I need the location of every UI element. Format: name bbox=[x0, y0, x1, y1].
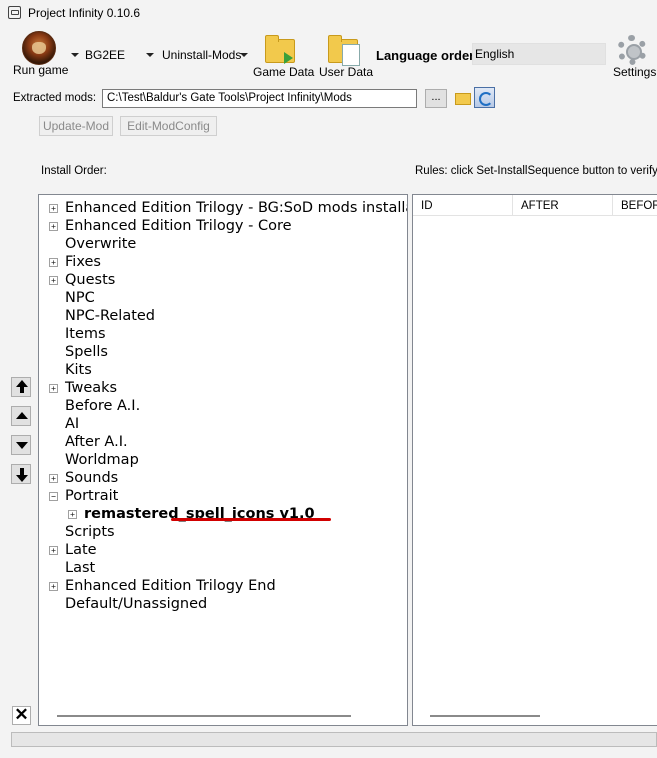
horizontal-scrollbar[interactable] bbox=[430, 715, 540, 717]
game-data-button[interactable]: Game Data bbox=[253, 65, 314, 79]
status-bar bbox=[11, 732, 657, 747]
tree-item[interactable]: + Fixes bbox=[39, 253, 407, 271]
column-header-after[interactable]: AFTER bbox=[513, 195, 613, 216]
arrow-right-icon bbox=[284, 52, 293, 64]
arrow-down-icon bbox=[16, 468, 28, 482]
mode-select[interactable]: Uninstall-Mods bbox=[162, 48, 241, 62]
expand-icon[interactable]: + bbox=[49, 474, 58, 483]
install-order-tree[interactable]: + Enhanced Edition Trilogy - BG:SoD mods … bbox=[38, 194, 408, 726]
run-game-label[interactable]: Run game bbox=[13, 63, 68, 77]
tree-item[interactable]: Worldmap bbox=[39, 451, 407, 469]
tree-item-label: After A.I. bbox=[65, 434, 128, 450]
settings-button[interactable]: Settings bbox=[613, 65, 656, 79]
tree-item-label: Last bbox=[65, 560, 96, 576]
triangle-down-icon bbox=[16, 442, 28, 449]
move-to-bottom-button[interactable] bbox=[11, 464, 31, 484]
edit-modconfig-button[interactable]: Edit-ModConfig bbox=[120, 116, 217, 136]
tree-item-label: Late bbox=[65, 542, 97, 558]
tree-item[interactable]: Default/Unassigned bbox=[39, 595, 407, 613]
tree-item-label: NPC-Related bbox=[65, 308, 156, 324]
column-header-before[interactable]: BEFOR bbox=[613, 195, 657, 216]
arrow-up-icon bbox=[16, 380, 28, 393]
tree-item-label: Overwrite bbox=[65, 236, 137, 252]
expand-icon[interactable]: + bbox=[49, 582, 58, 591]
user-data-button[interactable]: User Data bbox=[319, 65, 373, 79]
tree-item-label: Before A.I. bbox=[65, 398, 141, 414]
tree-item[interactable]: + Enhanced Edition Trilogy - Core bbox=[39, 217, 407, 235]
tree-item-label: Tweaks bbox=[65, 380, 118, 396]
tree-item[interactable]: NPC-Related bbox=[39, 307, 407, 325]
tree-item[interactable]: + Tweaks bbox=[39, 379, 407, 397]
close-icon[interactable]: ✕ bbox=[12, 706, 31, 725]
extracted-mods-path-input[interactable]: C:\Test\Baldur's Gate Tools\Project Infi… bbox=[102, 89, 417, 108]
tree-item[interactable]: + Late bbox=[39, 541, 407, 559]
tree-item-label: Spells bbox=[65, 344, 108, 360]
tree-item-label: Items bbox=[65, 326, 106, 342]
chevron-down-icon[interactable] bbox=[146, 53, 154, 57]
rules-table[interactable]: ID AFTER BEFOR bbox=[412, 194, 657, 726]
move-to-top-button[interactable] bbox=[11, 377, 31, 397]
run-game-icon[interactable] bbox=[22, 31, 56, 65]
expand-icon[interactable]: + bbox=[68, 510, 77, 519]
expand-icon[interactable]: + bbox=[49, 276, 58, 285]
move-down-button[interactable] bbox=[11, 435, 31, 455]
expand-icon[interactable]: + bbox=[49, 546, 58, 555]
tree-item-label: Enhanced Edition Trilogy End bbox=[65, 578, 276, 594]
tree-item[interactable]: Before A.I. bbox=[39, 397, 407, 415]
tree-item[interactable]: Last bbox=[39, 559, 407, 577]
tree-item-label: Enhanced Edition Trilogy - Core bbox=[65, 218, 292, 234]
tree-item[interactable]: Items bbox=[39, 325, 407, 343]
tree-item[interactable]: + Enhanced Edition Trilogy End bbox=[39, 577, 407, 595]
refresh-icon[interactable] bbox=[474, 87, 495, 108]
expand-icon[interactable]: + bbox=[49, 204, 58, 213]
tree-item[interactable]: Kits bbox=[39, 361, 407, 379]
chevron-down-icon[interactable] bbox=[71, 53, 79, 57]
tree-item-label: NPC bbox=[65, 290, 95, 306]
tree-item[interactable]: + Enhanced Edition Trilogy - BG:SoD mods … bbox=[39, 199, 407, 217]
horizontal-scrollbar[interactable] bbox=[57, 715, 351, 717]
tree-item-label: Default/Unassigned bbox=[65, 596, 208, 612]
window-title: Project Infinity 0.10.6 bbox=[28, 6, 141, 20]
tree-item[interactable]: Overwrite bbox=[39, 235, 407, 253]
highlight-underline bbox=[171, 518, 331, 521]
tree-item-label: Quests bbox=[65, 272, 116, 288]
expand-icon[interactable]: + bbox=[49, 258, 58, 267]
language-order-field[interactable]: English bbox=[472, 43, 606, 65]
expand-icon[interactable]: + bbox=[49, 384, 58, 393]
document-icon bbox=[342, 44, 360, 66]
tree-item-label: Enhanced Edition Trilogy - BG:SoD mods i… bbox=[65, 200, 408, 216]
update-mod-button[interactable]: Update-Mod bbox=[39, 116, 113, 136]
tree-item[interactable]: + Sounds bbox=[39, 469, 407, 487]
tree-item[interactable]: NPC bbox=[39, 289, 407, 307]
tree-item[interactable]: After A.I. bbox=[39, 433, 407, 451]
move-up-button[interactable] bbox=[11, 406, 31, 426]
column-header-id[interactable]: ID bbox=[413, 195, 513, 216]
app-icon bbox=[8, 6, 21, 19]
tree-item[interactable]: Spells bbox=[39, 343, 407, 361]
tree-item-label: Sounds bbox=[65, 470, 119, 486]
collapse-icon[interactable]: − bbox=[49, 492, 58, 501]
game-select[interactable]: BG2EE bbox=[85, 48, 125, 62]
tree-item[interactable]: + Quests bbox=[39, 271, 407, 289]
rules-label: Rules: click Set-InstallSequence button … bbox=[415, 165, 657, 177]
tree-item-label: Scripts bbox=[65, 524, 115, 540]
extracted-mods-label: Extracted mods: bbox=[13, 92, 97, 104]
tree-item[interactable]: AI bbox=[39, 415, 407, 433]
expand-icon[interactable]: + bbox=[49, 222, 58, 231]
chevron-down-icon[interactable] bbox=[240, 53, 248, 57]
tree-item-label: Fixes bbox=[65, 254, 101, 270]
tree-item-label: Kits bbox=[65, 362, 92, 378]
tree-item-label: Worldmap bbox=[65, 452, 139, 468]
open-folder-icon[interactable] bbox=[455, 93, 471, 105]
triangle-up-icon bbox=[16, 412, 28, 419]
tree-item-label: AI bbox=[65, 416, 80, 432]
language-order-label: Language order: bbox=[376, 48, 479, 63]
tree-item-label: Portrait bbox=[65, 488, 119, 504]
gear-icon[interactable] bbox=[617, 35, 647, 65]
browse-button[interactable]: ... bbox=[425, 89, 447, 108]
install-order-label: Install Order: bbox=[41, 165, 107, 177]
tree-item[interactable]: − Portrait bbox=[39, 487, 407, 505]
tree-item[interactable]: Scripts bbox=[39, 523, 407, 541]
